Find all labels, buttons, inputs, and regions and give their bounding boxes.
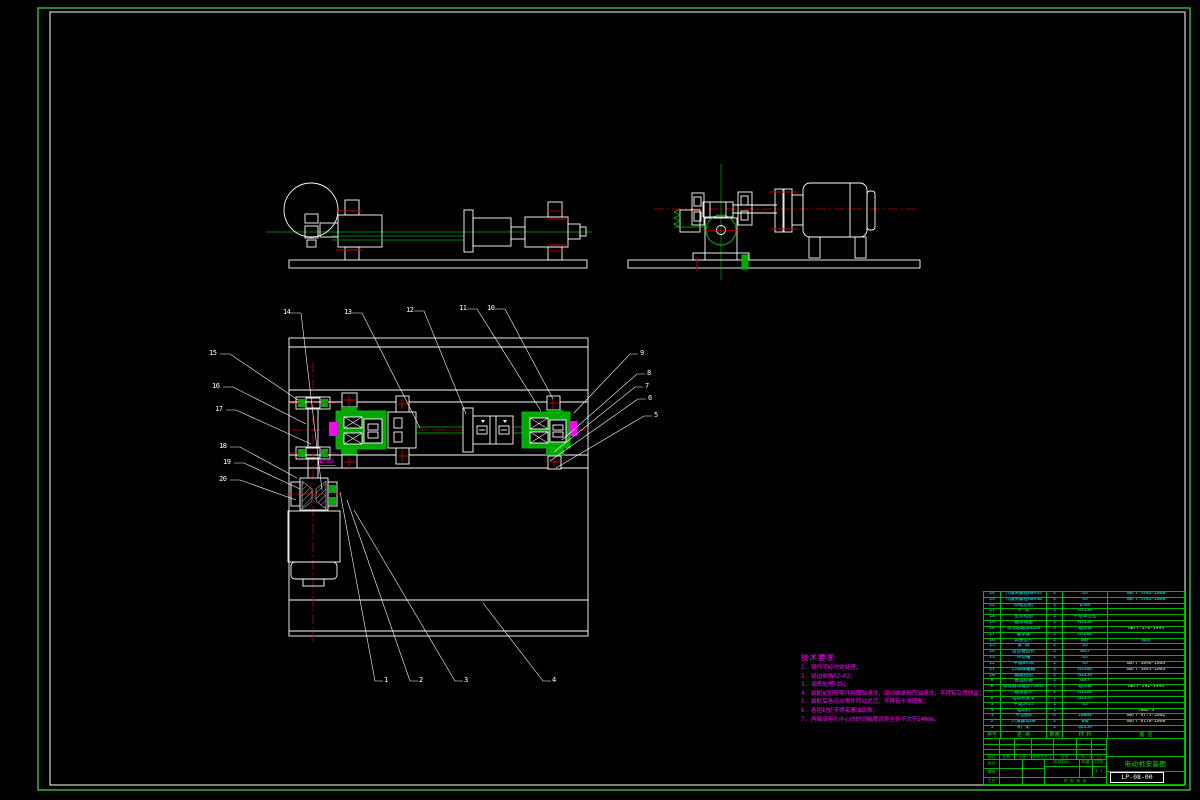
shaft-fit-label: Φ25k6 <box>318 459 336 466</box>
drawing-number-box: LP-08-00 <box>1110 772 1164 783</box>
parts-table-body: 24 六角头螺栓M8×45 4 45 GB/T 5782-2000 23 六角头螺栓M8×4… <box>984 592 1184 732</box>
drawing-title: 电动机安装图 <box>1124 760 1167 768</box>
label-sheet: 共 张 第 张 <box>1063 778 1087 783</box>
label-stage: 阶段标记 <box>1053 760 1070 764</box>
rev-header-date: 年、月、日 <box>1081 754 1101 759</box>
label-process: 工艺 <box>987 778 996 783</box>
label-mass: 质量 <box>1081 760 1090 764</box>
drawing-number: LP-08-00 <box>1121 773 1153 781</box>
view-side-elevation <box>266 182 592 269</box>
label-scale: 比例 <box>1095 760 1103 764</box>
leader-lines <box>220 308 652 682</box>
rev-header-zone: 分区 <box>1018 754 1027 759</box>
cad-drawing-canvas[interactable]: 14 13 12 11 10 9 8 7 6 5 15 16 17 18 19 20 1 2 3 4 Φ25k6 技术… <box>0 0 1200 800</box>
parts-table: 24 六角头螺栓M8×45 4 45 GB/T 5782-2000 23 六角头螺栓M8×4… <box>983 591 1185 740</box>
rev-header-sign: 签名 <box>1060 754 1069 759</box>
view-plan <box>286 337 598 645</box>
label-checker: 审核 <box>987 769 996 774</box>
view-end-elevation <box>627 164 921 280</box>
scale-value: 1:1 <box>1095 769 1103 773</box>
rev-header-count: 处数 <box>1002 754 1011 759</box>
rev-header-mark: 标记 <box>987 754 996 759</box>
title-block: 标记 处数 分区 更改文件号 签名 年、月、日 设计 审核 工艺 阶段标记 质量… <box>983 738 1185 785</box>
label-designer: 设计 <box>987 760 996 765</box>
rev-header-doc: 更改文件号 <box>1032 754 1052 759</box>
